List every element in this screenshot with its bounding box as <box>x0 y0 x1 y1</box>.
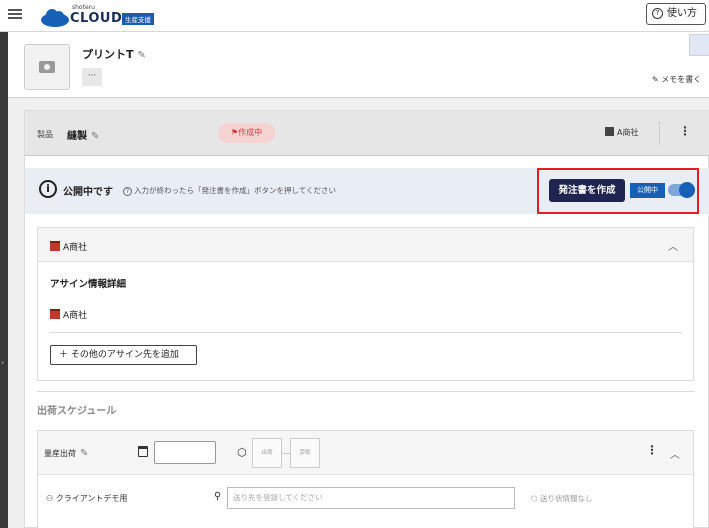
schedule-header-row: 量産出荷 ✎ ⬡ 出荷 受取 ⋮ ︿ <box>38 431 693 475</box>
help-label: 使い方 <box>667 8 697 19</box>
edit-pencil-icon[interactable]: ✎ <box>80 448 88 459</box>
publish-title: 公開中です <box>63 187 113 198</box>
company-tag[interactable]: A商社 <box>605 127 638 138</box>
assign-company: A商社 <box>50 240 87 253</box>
flag-icon: ⚑ <box>230 128 239 137</box>
assign-card: A商社 ︿ アサイン情報詳細 A商社 ＋ その他のアサイン先を追加 <box>37 227 694 381</box>
assign-company-row: A商社 <box>50 308 87 321</box>
published-badge: 公開中 <box>630 183 665 198</box>
publish-toggle[interactable] <box>668 182 695 198</box>
schedule-detail-row: ⚇ クライアントデモ用 ⚲ 送り先を登録してください ⬡ 送り状情報なし <box>38 475 693 528</box>
schedule-card: 量産出荷 ✎ ⬡ 出荷 受取 ⋮ ︿ ⚇ クライアントデモ用 ⚲ 送り先を登録して… <box>37 430 694 528</box>
help-icon: ? <box>652 8 663 19</box>
help-button[interactable]: ? 使い方 <box>646 3 706 25</box>
step-connector <box>282 453 290 454</box>
chevron-right-icon[interactable]: › <box>1 358 4 367</box>
logo-small-text: shoteru <box>72 4 95 11</box>
kebab-menu-icon[interactable]: ⋮ <box>679 124 691 138</box>
cloud-icon <box>41 9 69 27</box>
status-badge: ⚑作成中 <box>218 123 275 143</box>
product-name: プリントT <box>82 48 134 61</box>
create-order-button[interactable]: 発注書を作成 <box>549 179 625 202</box>
divider <box>50 332 682 333</box>
assign-company-name: A商社 <box>63 311 88 321</box>
left-rail: › <box>0 32 8 528</box>
publish-hint-text: 入力が終わったら「発注書を作成」ボタンを押してください <box>134 186 337 195</box>
building-icon <box>605 127 614 136</box>
top-bar: shoteru CLOUD 生産支援 ? 使い方 <box>0 0 709 32</box>
schedule-title: 出荷スケジュール <box>37 406 117 417</box>
assign-card-header[interactable]: A商社 ︿ <box>38 228 693 262</box>
divider <box>37 391 694 392</box>
company-label: A商社 <box>617 128 639 137</box>
assign-company-label: A商社 <box>63 243 88 253</box>
edit-pencil-icon[interactable]: ✎ <box>91 131 99 142</box>
kebab-menu-icon[interactable]: ⋮ <box>646 443 658 457</box>
logo-badge: 生産支援 <box>122 13 154 25</box>
panel-header: 製品 縫製 ✎ ⚑作成中 A商社 ⋮ <box>25 111 709 156</box>
publish-status-row: i 公開中です ? 入力が終わったら「発注書を作成」ボタンを押してください 発注書… <box>25 168 709 214</box>
company-calendar-icon <box>50 241 60 251</box>
memo-link[interactable]: ✎ メモを書く <box>652 74 701 85</box>
process-title: 縫製 ✎ <box>67 127 99 142</box>
publish-hint: ? 入力が終わったら「発注書を作成」ボタンを押してください <box>123 185 336 196</box>
edit-pencil-icon[interactable]: ✎ <box>138 50 146 61</box>
company-calendar-icon <box>50 309 60 319</box>
status-label: 作成中 <box>238 128 263 137</box>
product-photo[interactable] <box>24 44 70 90</box>
chevron-up-icon[interactable]: ︿ <box>668 238 678 253</box>
info-icon: i <box>39 180 57 198</box>
side-tab[interactable] <box>689 34 709 56</box>
calendar-icon[interactable] <box>138 446 148 457</box>
date-input[interactable] <box>154 441 216 464</box>
client-info: ⚇ クライアントデモ用 <box>46 493 127 504</box>
person-icon: ⚇ <box>46 494 54 503</box>
product-label: 製品 <box>37 130 53 139</box>
assign-detail-title: アサイン情報詳細 <box>50 279 127 290</box>
divider <box>659 121 660 145</box>
product-header: プリントT ✎ ··· ✎ メモを書く <box>8 32 709 98</box>
app-logo[interactable]: shoteru CLOUD 生産支援 <box>40 4 170 28</box>
client-name: クライアントデモ用 <box>55 494 128 503</box>
pen-icon: ✎ <box>652 75 659 84</box>
step-shipped[interactable]: 出荷 <box>252 438 282 468</box>
chevron-up-icon[interactable]: ︿ <box>670 446 680 461</box>
toggle-knob <box>679 182 695 198</box>
package-icon: ⬡ <box>531 494 538 503</box>
logo-text: CLOUD <box>70 11 123 26</box>
location-pin-icon: ⚲ <box>214 491 222 502</box>
destination-input[interactable]: 送り先を登録してください <box>227 487 515 509</box>
main-panel: 製品 縫製 ✎ ⚑作成中 A商社 ⋮ i 公開中です ? 入力が終わったら「発注書を… <box>24 110 709 528</box>
memo-label: メモを書く <box>661 75 702 84</box>
process-name: 縫製 <box>67 131 87 142</box>
camera-icon <box>39 61 55 73</box>
ship-info-text: 送り状情報なし <box>539 494 593 503</box>
help-icon: ? <box>123 187 132 196</box>
hamburger-menu-icon[interactable] <box>8 7 22 21</box>
step-received[interactable]: 受取 <box>290 438 320 468</box>
mass-shipment-text: 量産出荷 <box>44 449 76 458</box>
product-title: プリントT ✎ <box>82 46 146 62</box>
shipping-label-info: ⬡ 送り状情報なし <box>531 493 592 504</box>
add-assignee-button[interactable]: ＋ その他のアサイン先を追加 <box>50 345 197 365</box>
mass-shipment-label: 量産出荷 ✎ <box>44 448 88 459</box>
package-icon: ⬡ <box>237 446 247 459</box>
more-button[interactable]: ··· <box>82 68 102 86</box>
